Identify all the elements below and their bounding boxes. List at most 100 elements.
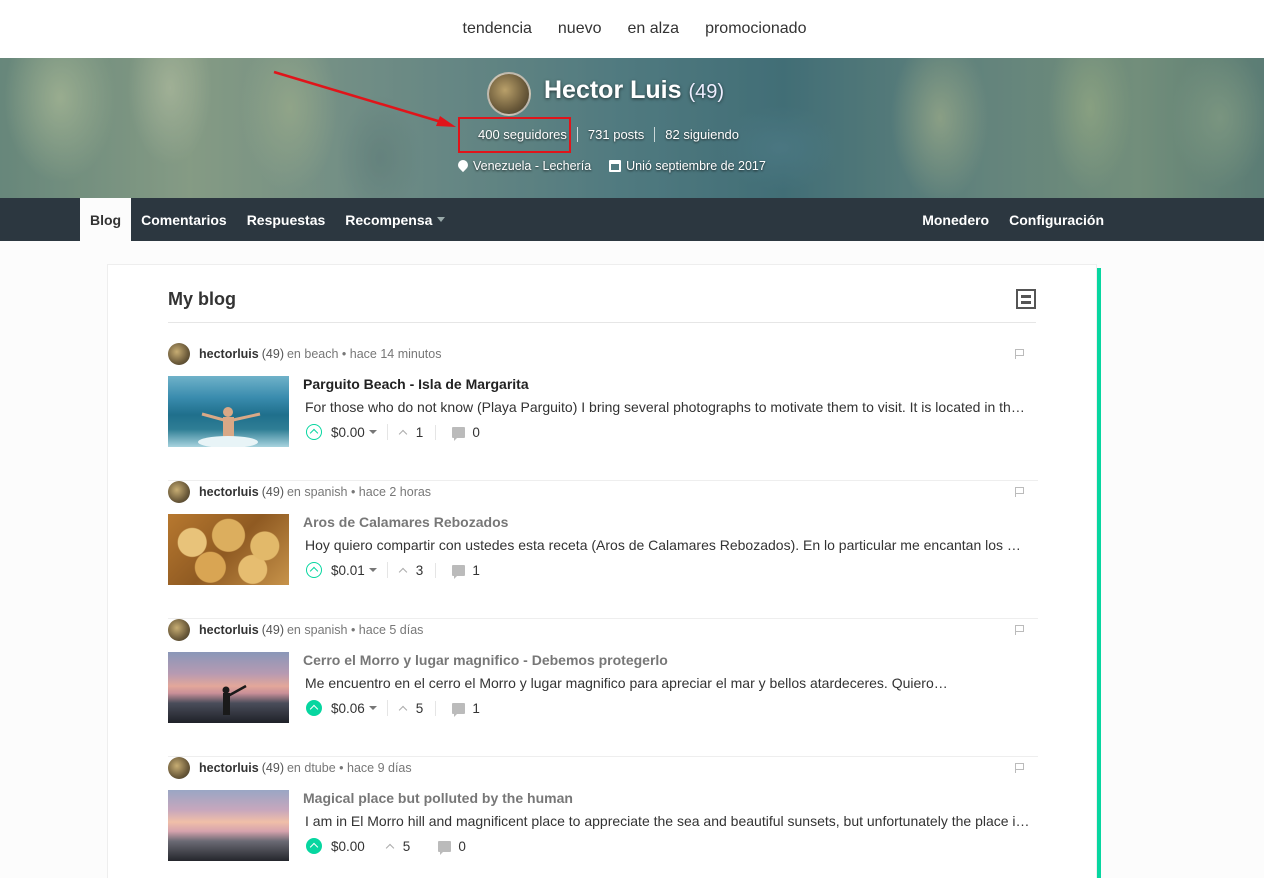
following-link[interactable]: 82 siguiendo xyxy=(654,127,749,142)
comment-icon xyxy=(452,564,466,579)
post-author[interactable]: hectorluis xyxy=(199,761,259,775)
post-payout: $0.00 xyxy=(331,838,365,854)
post-summary[interactable]: Hoy quiero compartir con ustedes esta re… xyxy=(305,537,1031,553)
tab-wallet[interactable]: Monedero xyxy=(912,198,999,241)
blog-title: My blog xyxy=(168,289,236,309)
post-votes[interactable]: 3 xyxy=(416,563,424,578)
tab-rewards-label: Recompensa xyxy=(345,211,433,228)
post-author-rep: (49) xyxy=(261,761,284,775)
comment-icon xyxy=(438,840,452,855)
author-avatar[interactable] xyxy=(168,481,190,503)
post-author-rep: (49) xyxy=(261,347,284,361)
upvote-icon[interactable] xyxy=(306,838,322,854)
payout-dropdown-icon[interactable] xyxy=(368,568,377,572)
profile-joined: Unió septiembre de 2017 xyxy=(626,159,766,173)
post-comments[interactable]: 0 xyxy=(472,425,480,440)
post-votes[interactable]: 1 xyxy=(416,425,424,440)
post-thumbnail[interactable] xyxy=(168,514,289,585)
post-item: hectorluis (49) en dtube • hace 9 días M… xyxy=(168,757,1038,878)
post-time: • hace 14 minutos xyxy=(341,347,442,361)
tab-rewards[interactable]: Recompensa xyxy=(335,198,455,241)
post-thumbnail[interactable] xyxy=(168,790,289,861)
posts-count: 731 posts xyxy=(576,127,654,142)
top-nav: tendencia nuevo en alza promocionado xyxy=(0,0,1264,58)
flag-icon[interactable] xyxy=(1015,487,1024,497)
profile-meta: Venezuela - Lechería Unió septiembre de … xyxy=(458,159,766,173)
post-author-rep: (49) xyxy=(261,623,284,637)
post-author[interactable]: hectorluis xyxy=(199,623,259,637)
post-category[interactable]: en beach xyxy=(287,347,338,361)
person-figure-icon xyxy=(198,407,261,448)
post-title[interactable]: Parguito Beach - Isla de Margarita xyxy=(303,376,529,392)
flag-icon[interactable] xyxy=(1015,763,1024,773)
post-title[interactable]: Cerro el Morro y lugar magnifico - Debem… xyxy=(303,652,668,668)
post-votes[interactable]: 5 xyxy=(416,701,424,716)
payout-dropdown-icon[interactable] xyxy=(368,430,377,434)
post-comments[interactable]: 1 xyxy=(472,563,480,578)
post-summary[interactable]: I am in El Morro hill and magnificent pl… xyxy=(305,813,1031,829)
tab-blog[interactable]: Blog xyxy=(80,198,132,241)
upvote-icon[interactable] xyxy=(306,562,322,578)
post-category[interactable]: en dtube xyxy=(287,761,336,775)
post-payout: $0.00 xyxy=(331,424,365,440)
post-title[interactable]: Magical place but polluted by the human xyxy=(303,790,573,806)
nav-promocionado[interactable]: promocionado xyxy=(705,20,806,38)
blog-panel: My blog hectorluis (49) en beach • hace … xyxy=(107,264,1097,878)
tab-replies[interactable]: Respuestas xyxy=(237,198,336,241)
post-author[interactable]: hectorluis xyxy=(199,347,259,361)
profile-location: Venezuela - Lechería xyxy=(473,159,592,173)
tab-settings[interactable]: Configuración xyxy=(999,198,1114,241)
scroll-accent-bar xyxy=(1097,268,1101,878)
location-pin-icon xyxy=(458,160,468,172)
flag-icon[interactable] xyxy=(1015,349,1024,359)
post-votes[interactable]: 5 xyxy=(403,839,411,854)
voters-icon xyxy=(398,567,408,576)
author-avatar[interactable] xyxy=(168,343,190,365)
nav-en-alza[interactable]: en alza xyxy=(627,20,679,38)
post-comments[interactable]: 0 xyxy=(458,839,466,854)
annotation-highlight-box xyxy=(458,117,571,153)
comment-icon xyxy=(452,426,466,441)
payout-dropdown-icon[interactable] xyxy=(368,706,377,710)
profile-name-text: Hector Luis xyxy=(544,76,682,104)
post-title[interactable]: Aros de Calamares Rebozados xyxy=(303,514,508,530)
post-time: • hace 2 horas xyxy=(350,485,432,499)
tab-comments[interactable]: Comentarios xyxy=(131,198,237,241)
post-author-rep: (49) xyxy=(261,485,284,499)
comment-icon xyxy=(452,702,466,717)
post-author[interactable]: hectorluis xyxy=(199,485,259,499)
post-summary[interactable]: For those who do not know (Playa Parguit… xyxy=(305,399,1031,415)
post-payout: $0.06 xyxy=(331,700,365,716)
annotation-arrow-icon xyxy=(273,70,456,127)
author-avatar[interactable] xyxy=(168,619,190,641)
post-item: hectorluis (49) en beach • hace 14 minut… xyxy=(168,343,1038,481)
post-thumbnail[interactable] xyxy=(168,376,289,448)
nav-nuevo[interactable]: nuevo xyxy=(558,20,602,38)
person-silhouette-icon xyxy=(222,684,247,715)
author-avatar[interactable] xyxy=(168,757,190,779)
post-item: hectorluis (49) en spanish • hace 5 días… xyxy=(168,619,1038,757)
voters-icon xyxy=(398,705,408,714)
post-category[interactable]: en spanish xyxy=(287,485,347,499)
calendar-icon xyxy=(609,160,622,172)
profile-name: Hector Luis (49) xyxy=(544,76,724,105)
blog-header: My blog xyxy=(168,289,1036,323)
flag-icon[interactable] xyxy=(1015,625,1024,635)
post-thumbnail[interactable] xyxy=(168,652,289,723)
post-comments[interactable]: 1 xyxy=(472,701,480,716)
profile-avatar[interactable] xyxy=(487,72,531,116)
profile-banner: Hector Luis (49) 400 seguidores 731 post… xyxy=(0,58,1264,198)
post-summary[interactable]: Me encuentro en el cerro el Morro y luga… xyxy=(305,675,1031,691)
post-category[interactable]: en spanish xyxy=(287,623,347,637)
upvote-icon[interactable] xyxy=(306,700,322,716)
voters-icon xyxy=(398,429,408,438)
profile-tabs: Blog Comentarios Respuestas Recompensa M… xyxy=(0,198,1264,241)
chevron-down-icon xyxy=(437,217,446,222)
post-item: hectorluis (49) en spanish • hace 2 hora… xyxy=(168,481,1038,619)
layout-toggle-icon[interactable] xyxy=(1016,289,1036,309)
post-payout: $0.01 xyxy=(331,562,365,578)
nav-tendencia[interactable]: tendencia xyxy=(463,20,532,38)
post-time: • hace 9 días xyxy=(339,761,412,775)
voters-icon xyxy=(385,843,395,852)
upvote-icon[interactable] xyxy=(306,424,322,440)
